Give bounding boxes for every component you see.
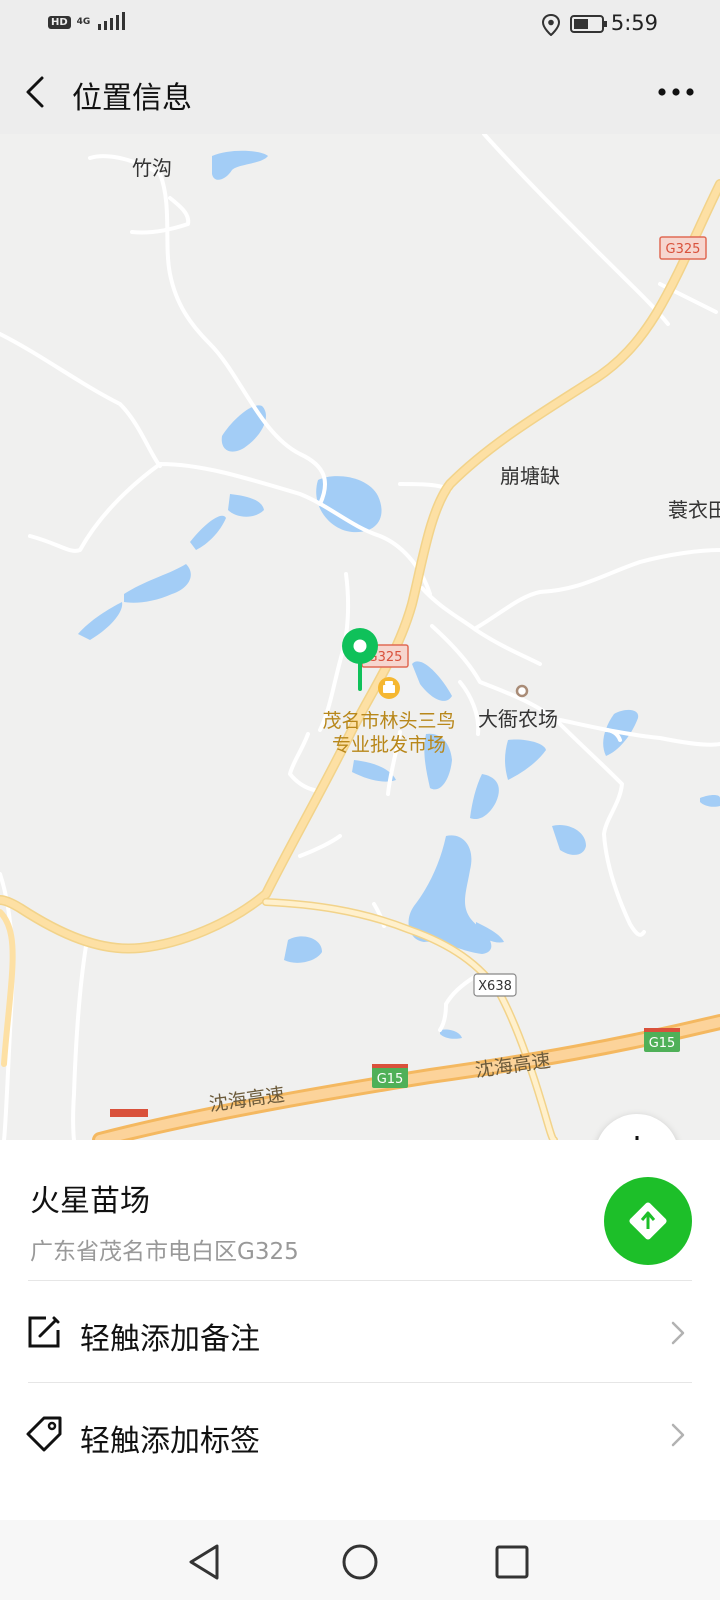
page-title: 位置信息 — [72, 81, 192, 116]
chevron-right-icon — [671, 1423, 685, 1447]
svg-text:X638: X638 — [478, 979, 512, 994]
svg-text:G325: G325 — [666, 242, 701, 257]
edit-note-icon — [28, 1316, 60, 1348]
road-shield-partial — [110, 1109, 148, 1117]
more-dots-icon — [658, 88, 694, 96]
svg-text:G15: G15 — [377, 1072, 404, 1087]
road-shield-g15-left: G15 — [372, 1064, 408, 1088]
hd-badge-icon: HD — [48, 15, 71, 29]
expressway-label-right: 沈海高速 — [474, 1050, 552, 1082]
nav-recents-icon[interactable] — [490, 1540, 534, 1584]
svg-text:G15: G15 — [649, 1036, 676, 1051]
location-info-panel: 火星苗场 广东省茂名市电白区G325 轻触添加备注 轻触添加标签 — [0, 1140, 720, 1520]
tag-icon — [26, 1416, 62, 1452]
route-navigation-icon — [629, 1202, 667, 1240]
location-pin-icon — [342, 628, 378, 691]
top-bar: 位置信息 — [0, 48, 720, 134]
map-label-zhugou: 竹沟 — [132, 156, 172, 180]
place-name: 火星苗场 — [30, 1184, 150, 1219]
network-type: 4G — [76, 16, 91, 27]
market-poi-icon — [378, 677, 400, 699]
battery-icon — [570, 15, 607, 33]
navigate-button[interactable] — [604, 1177, 692, 1265]
road-shield-g325-top: G325 — [659, 236, 707, 260]
poi-label-line2: 专业批发市场 — [332, 734, 446, 756]
system-nav-bar — [0, 1520, 720, 1600]
nav-home-icon[interactable] — [338, 1540, 382, 1584]
map-canvas: G325 G325 G15 G15 X638 沈海高速 沈海高速 竹沟 崩塘缺 … — [0, 134, 720, 1140]
map-label-dayanongchang: 大衙农场 — [478, 707, 558, 731]
chevron-left-icon — [26, 76, 44, 108]
more-button[interactable] — [652, 74, 700, 110]
farm-dot-icon — [515, 684, 529, 698]
nav-back-icon[interactable] — [183, 1540, 227, 1584]
road-shield-g15-right: G15 — [644, 1028, 680, 1052]
divider — [28, 1382, 692, 1383]
status-bar: HD 4G 5:59 — [0, 0, 720, 48]
poi-label-line1: 茂名市林头三鸟 — [322, 710, 455, 732]
status-left: HD 4G — [48, 12, 128, 32]
add-note-label: 轻触添加备注 — [80, 1322, 260, 1357]
back-button[interactable] — [18, 72, 54, 112]
road-shield-x638: X638 — [473, 973, 517, 997]
add-tag-label: 轻触添加标签 — [80, 1424, 260, 1459]
add-note-row[interactable]: 轻触添加备注 — [0, 1282, 720, 1382]
clock: 5:59 — [610, 11, 658, 35]
place-address: 广东省茂名市电白区G325 — [30, 1239, 299, 1265]
map-label-bengtangque: 崩塘缺 — [500, 464, 560, 488]
divider — [28, 1280, 692, 1281]
chevron-right-icon — [671, 1321, 685, 1345]
add-tag-row[interactable]: 轻触添加标签 — [0, 1384, 720, 1484]
map-label-suoyitian: 蓑衣田 — [668, 498, 720, 522]
location-icon — [541, 14, 561, 36]
signal-icon — [98, 12, 126, 30]
map-view[interactable]: G325 G325 G15 G15 X638 沈海高速 沈海高速 竹沟 崩塘缺 … — [0, 134, 720, 1140]
